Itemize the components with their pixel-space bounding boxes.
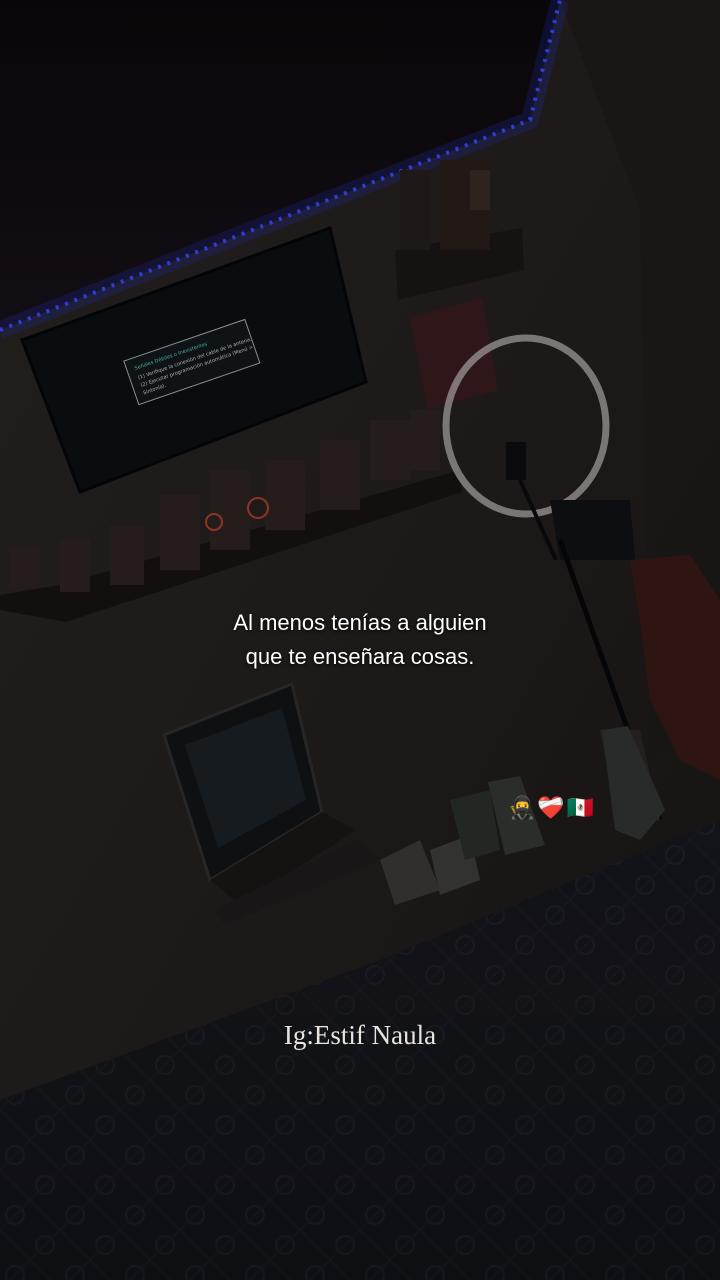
caption-line-1: Al menos tenías a alguien xyxy=(233,610,487,635)
ninja-emoji: 🥷 xyxy=(508,796,538,821)
mending-heart-emoji: ❤️‍🩹 xyxy=(537,796,567,821)
instagram-credit: Ig:Estif Naula xyxy=(283,1020,437,1050)
video-frame: Señales Débiles o Inexistentes (1) Verif… xyxy=(0,0,720,1280)
caption-line-2: que te enseñara cosas. xyxy=(245,644,475,669)
mexico-flag-emoji: 🇲🇽 xyxy=(566,796,597,821)
emoji-sticker: 🥷❤️‍🩹🇲🇽 xyxy=(508,796,596,821)
caption-text: Al menos tenías a alguien que te enseñar… xyxy=(0,606,720,674)
